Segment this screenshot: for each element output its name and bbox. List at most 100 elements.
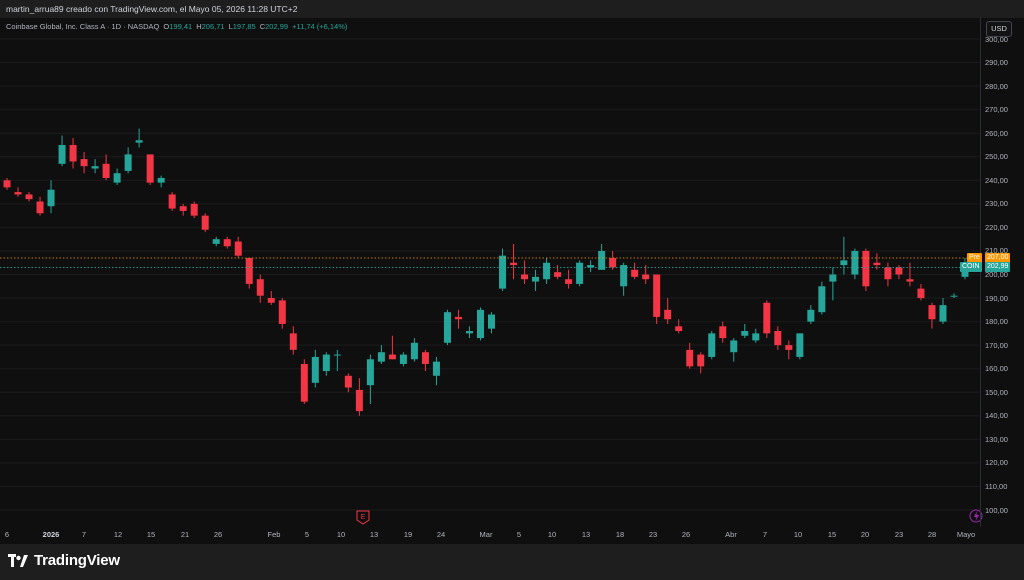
candle-body — [763, 302, 771, 334]
candle — [69, 137, 77, 169]
candle-body — [697, 354, 705, 367]
candle-body — [300, 363, 308, 402]
candle-body — [58, 144, 66, 164]
price-tick-label: 230,00 — [985, 199, 1008, 209]
time-tick-label: 23 — [894, 530, 904, 539]
time-tick-label: Feb — [267, 530, 281, 539]
time-tick-label: 26 — [681, 530, 691, 539]
candle-body — [741, 331, 749, 336]
time-tick-label: 24 — [436, 530, 446, 539]
candlestick-chart[interactable]: E — [0, 0, 1024, 580]
candle-body — [399, 354, 407, 364]
candle-body — [36, 201, 44, 214]
candle-body — [14, 192, 22, 195]
candle — [884, 262, 892, 287]
price-tick-label: 100,00 — [985, 505, 1008, 515]
candle — [234, 236, 242, 259]
footer: TradingView — [0, 544, 1024, 580]
price-tick-label: 280,00 — [985, 81, 1008, 91]
candle-body — [730, 340, 738, 353]
candle — [598, 243, 606, 270]
candle-body — [465, 331, 473, 334]
candle — [322, 352, 330, 376]
candle-body — [554, 272, 562, 277]
candle-body — [179, 206, 187, 211]
price-tick-label: 170,00 — [985, 340, 1008, 350]
candle — [917, 283, 925, 301]
candle-body — [686, 349, 694, 367]
candle-body — [917, 288, 925, 299]
candle-body — [388, 354, 396, 360]
candle-body — [69, 144, 77, 162]
candle — [366, 354, 374, 405]
time-tick-label: 7 — [81, 530, 87, 539]
candle — [510, 243, 518, 280]
candle — [697, 352, 705, 374]
candle-body — [807, 309, 815, 322]
candle — [135, 128, 143, 148]
price-tick-label: 250,00 — [985, 152, 1008, 162]
candle-body — [796, 333, 804, 357]
price-tick-label: 120,00 — [985, 458, 1008, 468]
candle — [47, 180, 55, 214]
candle-body — [532, 276, 540, 282]
candle-body — [785, 345, 793, 350]
time-tick-label: 10 — [547, 530, 557, 539]
time-tick-label: 19 — [403, 530, 413, 539]
candle-body — [752, 333, 760, 341]
candle-body — [598, 250, 606, 270]
time-tick-label: 2026 — [42, 530, 60, 539]
candle-body — [256, 279, 264, 296]
time-tick-label: 23 — [648, 530, 658, 539]
candle — [476, 307, 484, 341]
candle-body — [223, 239, 231, 247]
candle-body — [895, 267, 903, 275]
candle — [785, 340, 793, 360]
candle — [190, 201, 198, 218]
candle — [432, 356, 440, 386]
candle-body — [565, 279, 573, 284]
candle-body — [862, 250, 870, 287]
candle-body — [884, 267, 892, 280]
candle — [653, 274, 661, 324]
candle — [763, 300, 771, 339]
price-tick-label: 270,00 — [985, 105, 1008, 115]
candle-body — [146, 154, 154, 183]
candle — [730, 338, 738, 362]
candle-body — [443, 312, 451, 343]
candle — [157, 175, 165, 188]
candle — [36, 196, 44, 216]
candle — [642, 265, 650, 284]
candle — [796, 333, 804, 360]
legend-low: 197,85 — [232, 22, 256, 31]
candle — [300, 359, 308, 405]
price-tick-label: 150,00 — [985, 387, 1008, 397]
candle — [223, 236, 231, 249]
candle-body — [278, 300, 286, 324]
candle-body — [708, 333, 716, 357]
candle — [829, 267, 837, 301]
candle — [719, 321, 727, 343]
candle — [124, 147, 132, 174]
candle-body — [311, 356, 319, 383]
candle-body — [521, 274, 529, 280]
price-tick-label: 240,00 — [985, 175, 1008, 185]
time-tick-label: 7 — [762, 530, 768, 539]
candle-body — [366, 359, 374, 386]
candle-body — [840, 260, 848, 266]
candle — [609, 250, 617, 270]
brand-name: TradingView — [34, 552, 120, 569]
time-tick-label: 5 — [516, 530, 522, 539]
candle — [179, 203, 187, 216]
candle — [939, 298, 947, 324]
candle-body — [410, 342, 418, 360]
candle — [928, 302, 936, 329]
candle-body — [201, 215, 209, 230]
candle-body — [168, 194, 176, 209]
candle — [113, 168, 121, 186]
candle — [840, 236, 848, 275]
time-tick-label: Abr — [725, 530, 737, 539]
tradingview-logo[interactable]: TradingView — [8, 552, 120, 569]
candle — [664, 298, 672, 324]
candle-body — [653, 274, 661, 317]
